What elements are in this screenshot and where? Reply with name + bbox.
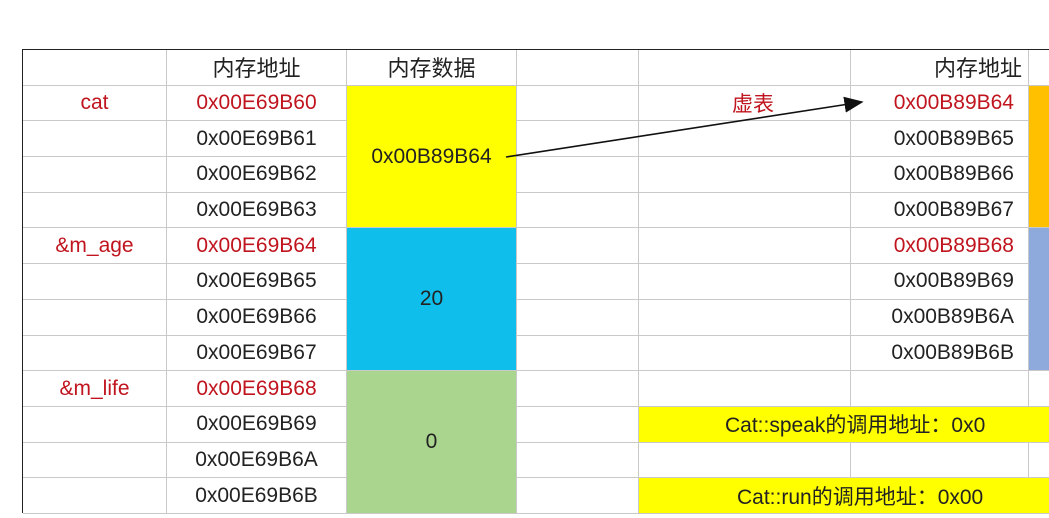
empty-cell (1029, 50, 1049, 86)
empty-cell (23, 335, 167, 372)
empty-cell (517, 264, 639, 300)
vtable-block-blue (1029, 228, 1049, 372)
address-cell: 0x00E69B68 (167, 371, 347, 407)
empty-cell (23, 406, 167, 443)
empty-cell (23, 121, 167, 158)
empty-cell (639, 264, 851, 300)
empty-cell (639, 50, 851, 86)
empty-cell (517, 157, 639, 193)
label-cat: cat (23, 85, 167, 122)
empty-cell (517, 371, 639, 407)
speak-call-address: Cat::speak的调用地址：0x0 (639, 406, 1049, 443)
empty-cell (1029, 443, 1049, 479)
header-data: 内存数据 (347, 50, 517, 86)
label-m-life: &m_life (23, 371, 167, 407)
address-cell: 0x00E69B61 (167, 121, 347, 158)
empty-cell (517, 121, 639, 158)
empty-cell (1029, 371, 1049, 407)
memory-layout-table: 内存地址 内存数据 内存地址 cat &m_age &m_life 0x00E6… (22, 49, 1049, 514)
address-cell: 0x00E69B62 (167, 157, 347, 193)
empty-cell (639, 442, 851, 479)
address-cell: 0x00E69B65 (167, 264, 347, 300)
empty-cell (639, 121, 851, 158)
empty-cell (517, 228, 639, 265)
empty-cell (639, 192, 851, 229)
empty-cell (517, 299, 639, 336)
empty-cell (517, 478, 639, 514)
empty-cell (23, 50, 167, 86)
empty-cell (639, 157, 851, 193)
empty-cell (23, 442, 167, 479)
address-cell: 0x00E69B6A (167, 442, 347, 479)
life-data-block: 0 (347, 371, 517, 514)
empty-cell (517, 50, 639, 86)
vtable-address-cell: 0x00B89B66 (851, 157, 1029, 193)
empty-cell (851, 442, 1029, 479)
vtable-label: 虚表 (639, 85, 851, 122)
vtable-address-cell: 0x00B89B69 (851, 264, 1029, 300)
vtable-address-cell: 0x00B89B6B (851, 335, 1029, 372)
empty-cell (23, 478, 167, 514)
empty-cell (517, 85, 639, 122)
empty-cell (517, 335, 639, 372)
header-vtable-address: 内存地址 (851, 50, 1029, 86)
empty-cell (23, 299, 167, 336)
empty-cell (517, 442, 639, 479)
vptr-data-block: 0x00B89B64 (347, 85, 517, 229)
empty-cell (23, 192, 167, 229)
vtable-address-cell: 0x00B89B68 (851, 228, 1029, 265)
address-cell: 0x00E69B6B (167, 478, 347, 514)
empty-cell (639, 371, 851, 407)
address-cell: 0x00E69B67 (167, 335, 347, 372)
vtable-address-cell: 0x00B89B64 (851, 85, 1029, 122)
address-cell: 0x00E69B69 (167, 406, 347, 443)
address-cell: 0x00E69B63 (167, 192, 347, 229)
vtable-address-cell: 0x00B89B6A (851, 299, 1029, 336)
empty-cell (517, 192, 639, 229)
vtable-block-orange (1029, 85, 1049, 229)
empty-cell (23, 264, 167, 300)
age-data-block: 20 (347, 228, 517, 372)
empty-cell (639, 228, 851, 265)
vtable-address-cell: 0x00B89B65 (851, 121, 1029, 158)
vtable-address-cell: 0x00B89B67 (851, 192, 1029, 229)
empty-cell (851, 371, 1029, 407)
header-address: 内存地址 (167, 50, 347, 86)
empty-cell (23, 157, 167, 193)
run-call-address: Cat::run的调用地址：0x00 (639, 478, 1049, 514)
label-m-age: &m_age (23, 228, 167, 265)
cropped-title-fragment (150, 0, 161, 23)
address-cell: 0x00E69B66 (167, 299, 347, 336)
empty-cell (639, 335, 851, 372)
empty-cell (639, 299, 851, 336)
address-cell: 0x00E69B64 (167, 228, 347, 265)
address-cell: 0x00E69B60 (167, 85, 347, 122)
empty-cell (517, 406, 639, 443)
